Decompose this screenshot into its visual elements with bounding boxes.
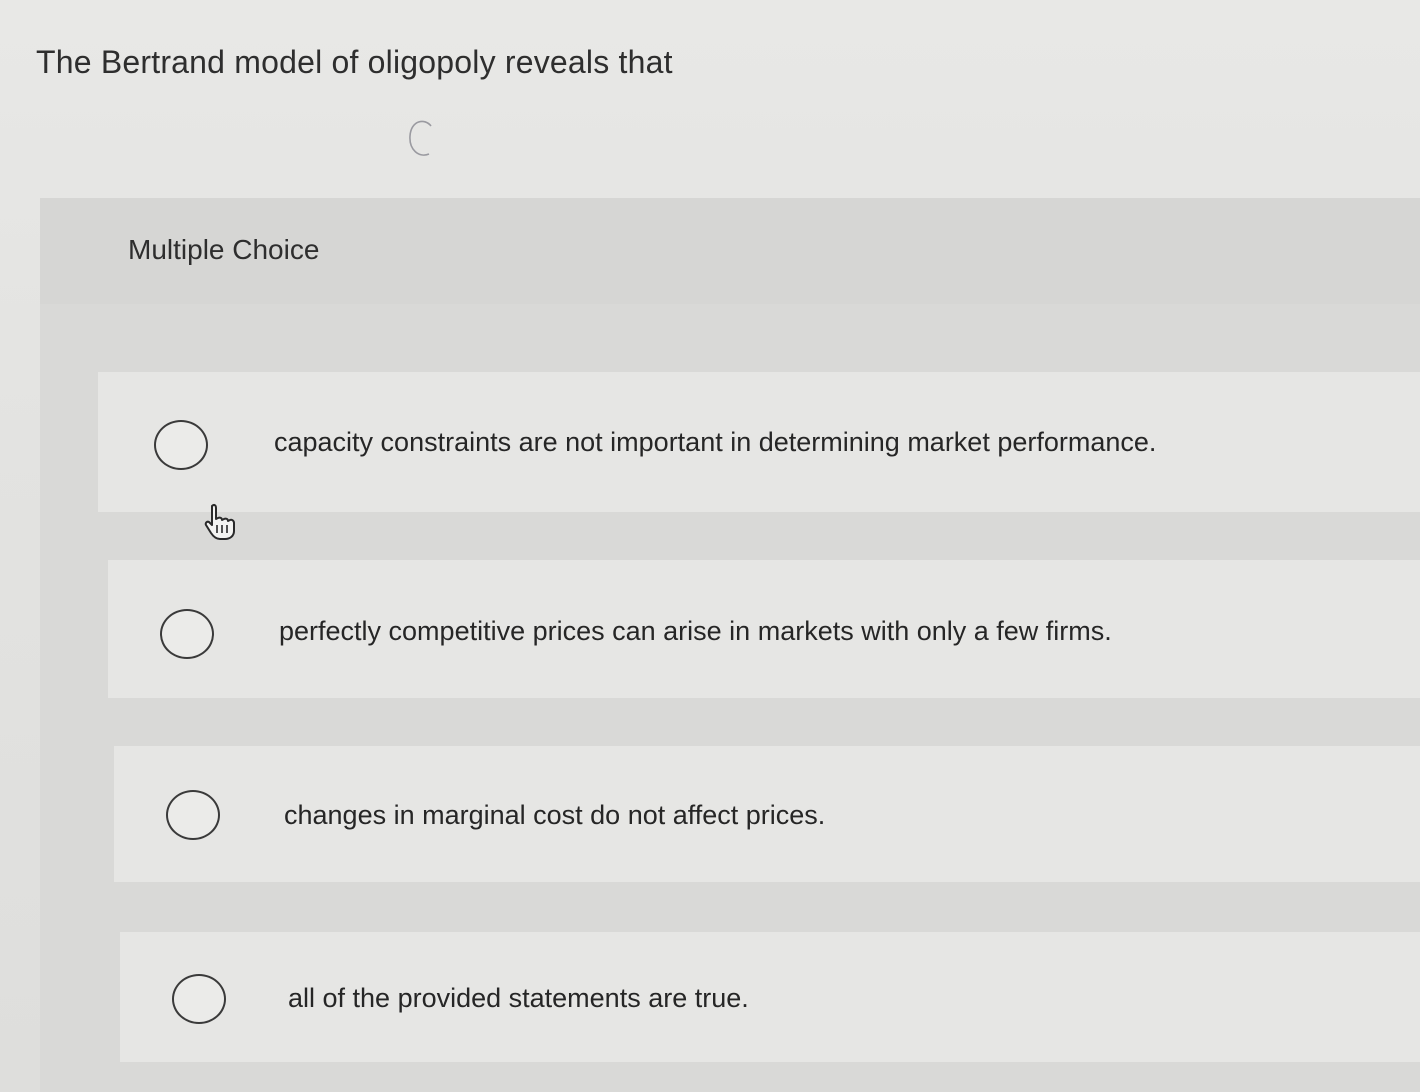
answer-option-label: perfectly competitive prices can arise i… bbox=[279, 616, 1112, 646]
answer-option-label: all of the provided statements are true. bbox=[288, 983, 749, 1013]
hand-pointer-icon bbox=[204, 503, 235, 540]
answer-option-3[interactable]: changes in marginal cost do not affect p… bbox=[114, 746, 1420, 882]
radio-button-icon[interactable] bbox=[160, 609, 214, 659]
answer-option-label: capacity constraints are not important i… bbox=[274, 427, 1157, 457]
answer-option-label: changes in marginal cost do not affect p… bbox=[284, 800, 826, 830]
answer-option-2[interactable]: perfectly competitive prices can arise i… bbox=[108, 560, 1420, 698]
radio-button-icon[interactable] bbox=[154, 420, 208, 470]
multiple-choice-label: Multiple Choice bbox=[128, 234, 320, 265]
answer-option-1[interactable]: capacity constraints are not important i… bbox=[98, 372, 1420, 512]
radio-button-icon[interactable] bbox=[166, 790, 220, 840]
radio-button-icon[interactable] bbox=[172, 974, 226, 1024]
loading-spinner-icon bbox=[409, 120, 432, 156]
question-prompt: The Bertrand model of oligopoly reveals … bbox=[36, 44, 673, 80]
answer-option-4[interactable]: all of the provided statements are true. bbox=[120, 932, 1420, 1062]
